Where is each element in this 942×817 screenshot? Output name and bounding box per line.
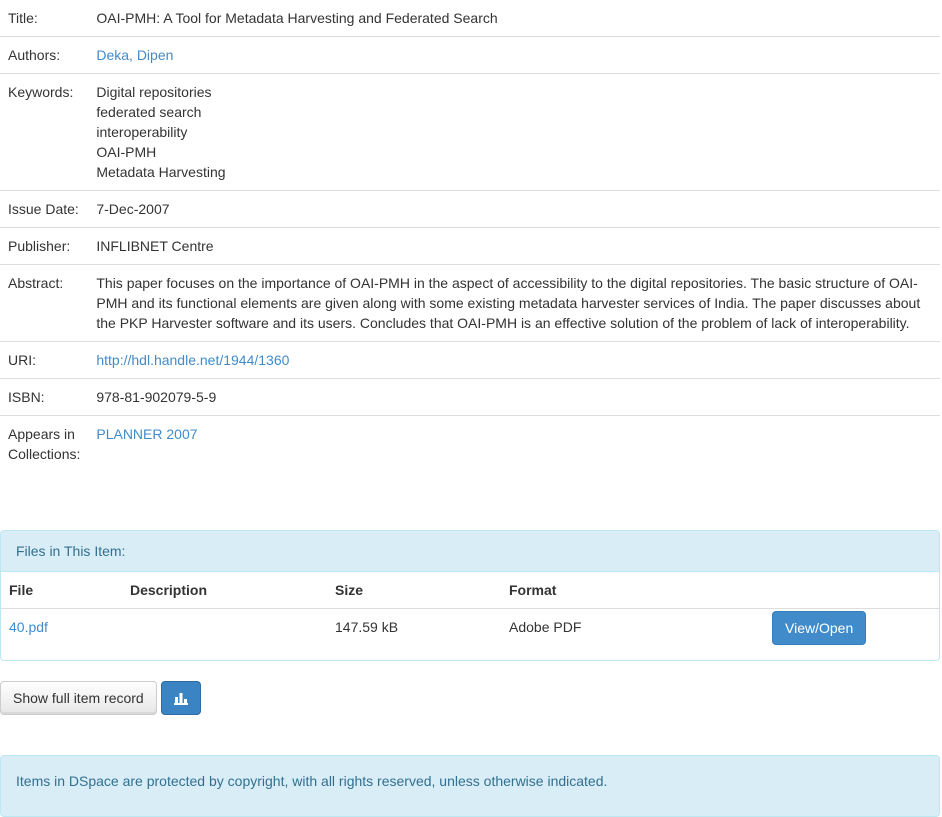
issue-date-value: 7-Dec-2007 — [88, 190, 940, 228]
column-header-description: Description — [122, 572, 327, 609]
file-row: 40.pdf 147.59 kB Adobe PDF View/Open — [1, 609, 939, 654]
view-open-button[interactable]: View/Open — [772, 611, 867, 645]
collections-label: Appears in Collections: — [0, 415, 89, 472]
metadata-row-uri: URI: http://hdl.handle.net/1944/1360 — [0, 341, 940, 379]
metadata-row-issue-date: Issue Date: 7-Dec-2007 — [0, 190, 940, 228]
metadata-row-keywords: Keywords: Digital repositories federated… — [0, 73, 940, 191]
uri-label: URI: — [0, 341, 89, 379]
abstract-value: This paper focuses on the importance of … — [88, 264, 940, 342]
files-table-header: File Description Size Format — [1, 572, 939, 609]
files-table: File Description Size Format 40.pdf 147.… — [1, 572, 939, 653]
title-value: OAI-PMH: A Tool for Metadata Harvesting … — [96, 10, 498, 26]
files-panel: Files in This Item: File Description Siz… — [0, 530, 940, 661]
copyright-notice-text: Items in DSpace are protected by copyrig… — [16, 773, 608, 789]
collection-link[interactable]: PLANNER 2007 — [96, 426, 197, 442]
files-panel-heading: Files in This Item: — [1, 531, 939, 572]
keyword: Digital repositories — [96, 84, 212, 100]
metadata-row-isbn: ISBN: 978-81-902079-5-9 — [0, 378, 940, 416]
title-label: Title: — [8, 10, 38, 26]
keywords-label: Keywords: — [0, 73, 89, 191]
metadata-row-publisher: Publisher: INFLIBNET Centre — [0, 227, 940, 265]
file-link[interactable]: 40.pdf — [9, 619, 48, 635]
issue-date-label: Issue Date: — [0, 190, 89, 228]
keyword: OAI-PMH — [96, 144, 157, 160]
file-format: Adobe PDF — [509, 619, 582, 635]
isbn-value: 978-81-902079-5-9 — [88, 378, 940, 416]
author-link[interactable]: Deka, Dipen — [96, 47, 173, 63]
show-full-record-button[interactable]: Show full item record — [0, 681, 157, 715]
isbn-label: ISBN: — [0, 378, 89, 416]
uri-link[interactable]: http://hdl.handle.net/1944/1360 — [96, 352, 289, 368]
metadata-row-abstract: Abstract: This paper focuses on the impo… — [0, 264, 940, 342]
publisher-value: INFLIBNET Centre — [88, 227, 940, 265]
file-description — [122, 609, 327, 654]
keywords-list: Digital repositories federated search in… — [88, 73, 940, 191]
abstract-label: Abstract: — [0, 264, 89, 342]
file-size: 147.59 kB — [335, 619, 399, 635]
keyword: federated search — [96, 104, 202, 120]
bar-chart-icon — [174, 693, 188, 705]
column-header-size: Size — [327, 572, 501, 609]
statistics-button[interactable] — [161, 681, 201, 715]
column-header-format: Format — [501, 572, 762, 609]
column-header-file: File — [1, 572, 122, 609]
authors-label: Authors: — [0, 36, 89, 74]
keyword: Metadata Harvesting — [96, 164, 226, 180]
keyword: interoperability — [96, 124, 188, 140]
item-metadata-table: Title: OAI-PMH: A Tool for Metadata Harv… — [0, 0, 940, 472]
metadata-row-collections: Appears in Collections: PLANNER 2007 — [0, 415, 940, 472]
metadata-row-authors: Authors: Deka, Dipen — [0, 36, 940, 74]
publisher-label: Publisher: — [0, 227, 89, 265]
metadata-row-title: Title: OAI-PMH: A Tool for Metadata Harv… — [0, 0, 940, 37]
copyright-notice: Items in DSpace are protected by copyrig… — [0, 755, 940, 817]
